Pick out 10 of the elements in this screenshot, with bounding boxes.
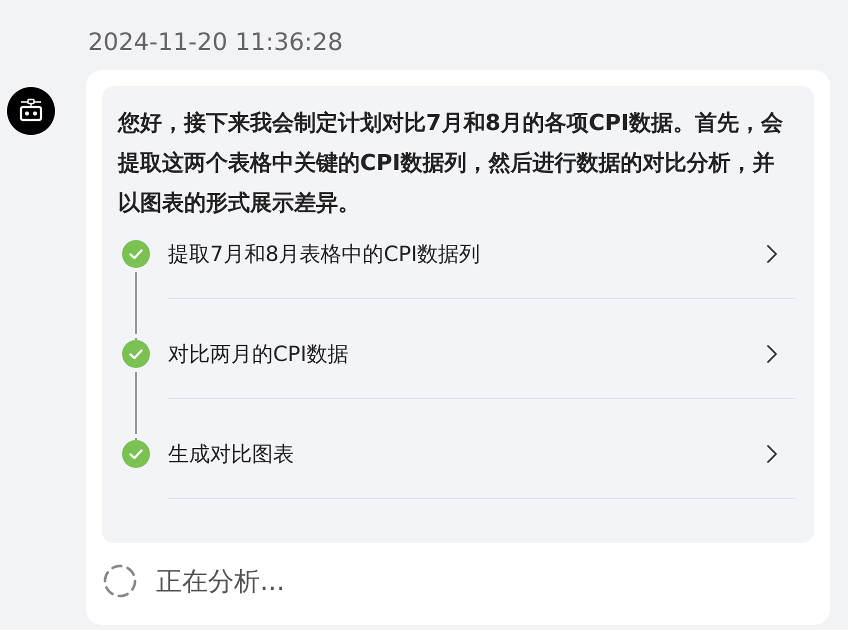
message-text: 您好，接下来我会制定计划对比7月和8月的各项CPI数据。首先，会提取这两个表格中关键的CPI数据列，然后进行数据的对比分析，并以图表的形式展示差异。 [118,110,784,218]
chevron-right-icon [766,344,778,364]
robot-avatar-icon [7,87,55,135]
timestamp: 2024-11-20 11:36:28 [88,27,343,58]
chevron-right-icon [766,444,778,464]
plan-step[interactable]: 对比两月的CPI数据 [168,338,796,370]
plan-step[interactable]: 提取7月和8月表格中的CPI数据列 [168,238,796,270]
status-text: 正在分析... [156,566,285,598]
chevron-right-icon [766,244,778,264]
plan-step[interactable]: 生成对比图表 [168,438,796,470]
